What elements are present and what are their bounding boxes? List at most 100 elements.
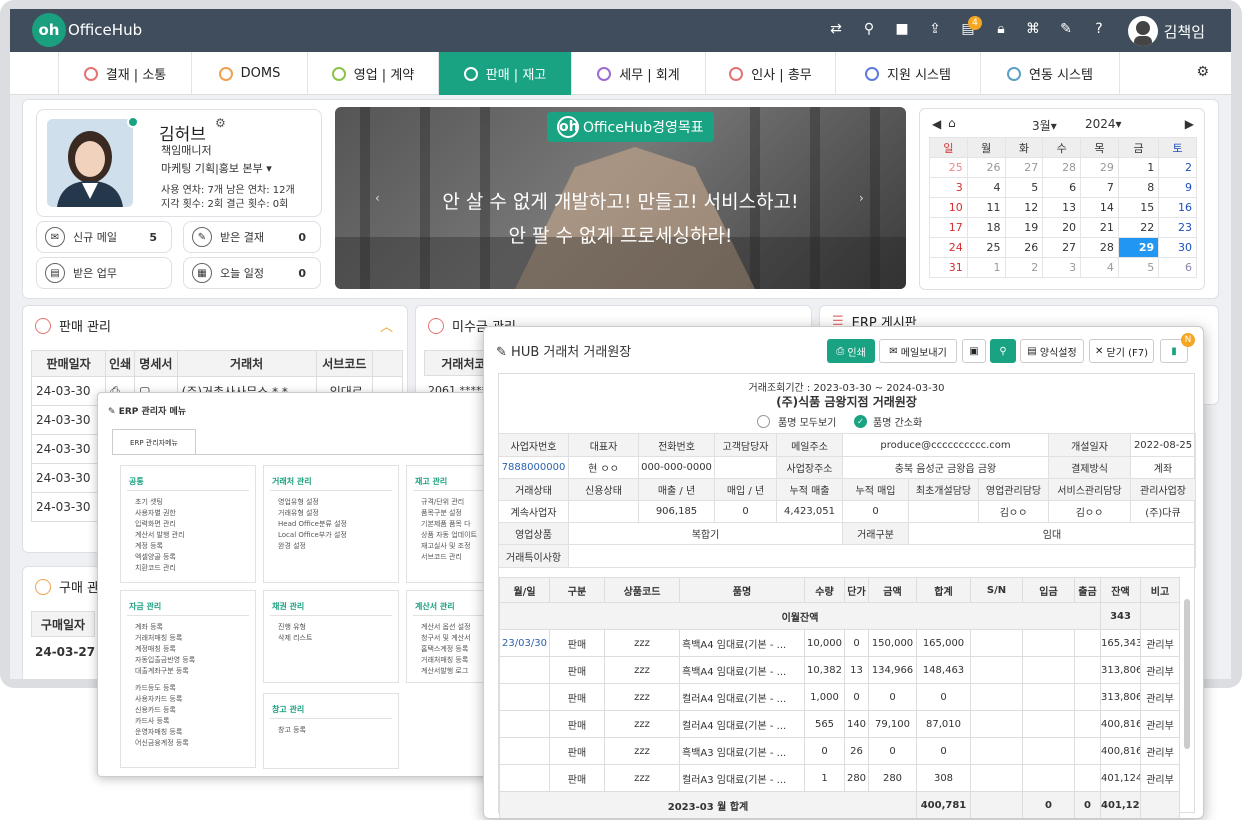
video-icon[interactable]: ■: [893, 21, 911, 37]
bizno-link[interactable]: 7888000000: [499, 457, 569, 479]
menu-item[interactable]: 진행 유형: [278, 622, 312, 633]
tab-support[interactable]: 지원 시스템: [836, 52, 981, 95]
share-icon[interactable]: ⇪: [926, 21, 944, 37]
day-cell[interactable]: 11: [966, 197, 1006, 218]
tab-erp-admin[interactable]: ERP 관리자메뉴: [112, 429, 196, 455]
menu-item[interactable]: Head Office분류 설정: [278, 519, 347, 530]
form-settings-button[interactable]: ▤ 양식설정: [1020, 339, 1084, 363]
table-row[interactable]: 판매 zzz 컬러A3 임대료(기본 - ... 1 280 280 308 401,124 관…: [499, 764, 1180, 792]
day-cell[interactable]: 8: [1117, 177, 1160, 198]
day-cell[interactable]: 20: [1042, 217, 1082, 238]
menu-item[interactable]: Local Office부가 설정: [278, 530, 347, 541]
menu-item[interactable]: 거래처매칭 등록: [421, 655, 471, 666]
chevron-left-icon[interactable]: ‹: [375, 191, 380, 205]
scrollbar[interactable]: [1184, 599, 1190, 749]
day-cell[interactable]: 24: [929, 237, 968, 258]
menu-item[interactable]: 치환코드 관리: [135, 563, 185, 574]
day-cell[interactable]: 18: [966, 217, 1006, 238]
table-row[interactable]: 판매 zzz 컬러A4 임대료(기본 - ... 1,000 0 0 0 313,806 관리부: [499, 683, 1180, 711]
day-cell[interactable]: 26: [966, 157, 1006, 178]
table-row[interactable]: 판매 zzz 흑백A3 임대료(기본 - ... 0 26 0 0 400,816 관리부: [499, 737, 1180, 765]
option-simple[interactable]: ✓ 품명 간소화: [854, 414, 922, 429]
menu-item[interactable]: 상품 자동 업데이트: [421, 530, 477, 541]
day-cell[interactable]: 10: [929, 197, 968, 218]
menu-item[interactable]: 입력화면 관리: [135, 519, 185, 530]
day-cell[interactable]: 6: [1042, 177, 1082, 198]
menu-item[interactable]: 사용자카드 등록: [135, 694, 195, 705]
menu-item[interactable]: 재고실사 및 조정: [421, 541, 477, 552]
menu-item[interactable]: 카드사 등록: [135, 716, 195, 727]
menu-item[interactable]: 기본제품 품목 다: [421, 519, 477, 530]
menu-item[interactable]: 운영자매칭 등록: [135, 727, 195, 738]
day-cell[interactable]: 31: [929, 257, 968, 278]
day-cell[interactable]: 27: [1042, 237, 1082, 258]
exchange-icon[interactable]: ⇄: [827, 21, 845, 37]
quick-schedule[interactable]: ▦ 오늘 일정 0: [183, 257, 321, 289]
day-cell[interactable]: 22: [1117, 217, 1160, 238]
quick-task[interactable]: ▤ 받은 업무: [36, 257, 172, 289]
menu-item[interactable]: 거래유형 설정: [278, 508, 347, 519]
menu-item[interactable]: 완경 설정: [278, 541, 347, 552]
day-cell[interactable]: 2: [1158, 157, 1197, 178]
close-button[interactable]: ✕ 닫기 (F7): [1089, 339, 1154, 363]
day-cell[interactable]: 17: [929, 217, 968, 238]
day-cell[interactable]: 23: [1158, 217, 1197, 238]
tab-hr[interactable]: 인사 | 총무: [706, 52, 836, 95]
day-cell[interactable]: 3: [929, 177, 968, 198]
help-icon[interactable]: ?: [1090, 21, 1108, 37]
day-cell[interactable]: 29: [1080, 157, 1119, 178]
menu-item[interactable]: 거래처매칭 등록: [135, 633, 195, 644]
tab-doms[interactable]: DOMS: [192, 52, 308, 95]
table-row[interactable]: 판매 zzz 컬러A4 임대료(기본 - ... 565 140 79,100 87,010…: [499, 710, 1180, 738]
day-cell[interactable]: 29: [1117, 237, 1160, 258]
menu-item[interactable]: 초기 셋팅: [135, 497, 185, 508]
tab-tax-accounting[interactable]: 세무 | 회계: [572, 52, 706, 95]
menu-item[interactable]: 계산서발행 로그: [421, 666, 471, 677]
day-cell[interactable]: 9: [1158, 177, 1197, 198]
chevron-up-icon[interactable]: ︿: [380, 316, 393, 335]
tab-sales-inventory[interactable]: 판매 | 재고: [439, 52, 572, 95]
tab-approval[interactable]: 결재 | 소통: [58, 52, 192, 95]
day-cell[interactable]: 3: [1042, 257, 1082, 278]
menu-item[interactable]: 엑셀양골 등록: [135, 552, 185, 563]
day-cell[interactable]: 28: [1080, 237, 1119, 258]
tab-sales-contract[interactable]: 영업 | 계약: [308, 52, 439, 95]
day-cell[interactable]: 21: [1080, 217, 1119, 238]
day-cell[interactable]: 5: [1117, 257, 1160, 278]
profile-dept[interactable]: 마케팅 기획|홍보 본부 ▾: [161, 160, 272, 176]
day-cell[interactable]: 1: [966, 257, 1006, 278]
day-cell[interactable]: 16: [1158, 197, 1197, 218]
org-chart-icon[interactable]: ⌘: [1024, 21, 1042, 37]
day-cell[interactable]: 19: [1004, 217, 1044, 238]
day-cell[interactable]: 13: [1042, 197, 1082, 218]
search-button[interactable]: ⚲: [990, 339, 1016, 363]
option-show-all[interactable]: 품명 모두보기: [757, 414, 836, 429]
chevron-right-icon[interactable]: ▶: [1185, 117, 1194, 131]
table-row[interactable]: 판매 zzz 흑백A4 임대료(기본 - ... 10,382 13 134,966 148…: [499, 656, 1180, 684]
menu-item[interactable]: 창고 등록: [278, 725, 306, 736]
excel-button[interactable]: ▣: [962, 339, 986, 363]
day-cell[interactable]: 4: [966, 177, 1006, 198]
user-menu[interactable]: 김책임: [1127, 16, 1205, 46]
day-cell[interactable]: 6: [1158, 257, 1197, 278]
day-cell[interactable]: 30: [1158, 237, 1197, 258]
day-cell[interactable]: 27: [1004, 157, 1044, 178]
quick-new-mail[interactable]: ✉ 신규 메일 5: [36, 221, 172, 253]
day-cell[interactable]: 15: [1117, 197, 1160, 218]
home-icon[interactable]: ⌂: [948, 116, 956, 130]
menu-item[interactable]: 홈택스계정 등록: [421, 644, 471, 655]
menu-item[interactable]: 대출계좌구분 등록: [135, 666, 195, 677]
menu-item[interactable]: 규격/단위 관리: [421, 497, 477, 508]
menu-item[interactable]: 계정매칭 등록: [135, 644, 195, 655]
chevron-right-icon[interactable]: ›: [859, 191, 864, 205]
menu-item[interactable]: 어신금융계정 등록: [135, 738, 195, 749]
day-cell[interactable]: 4: [1080, 257, 1119, 278]
day-cell[interactable]: 2: [1004, 257, 1044, 278]
chevron-left-icon[interactable]: ◀: [932, 117, 941, 131]
menu-item[interactable]: 품목구분 설정: [421, 508, 477, 519]
send-mail-button[interactable]: ✉ 메일보내기: [879, 339, 957, 363]
month-select[interactable]: 3월▾: [1032, 117, 1057, 134]
print-button[interactable]: ⎙ 인쇄: [827, 339, 875, 363]
menu-item[interactable]: 계산서 옵션 설정: [421, 622, 471, 633]
day-cell[interactable]: 26: [1004, 237, 1044, 258]
